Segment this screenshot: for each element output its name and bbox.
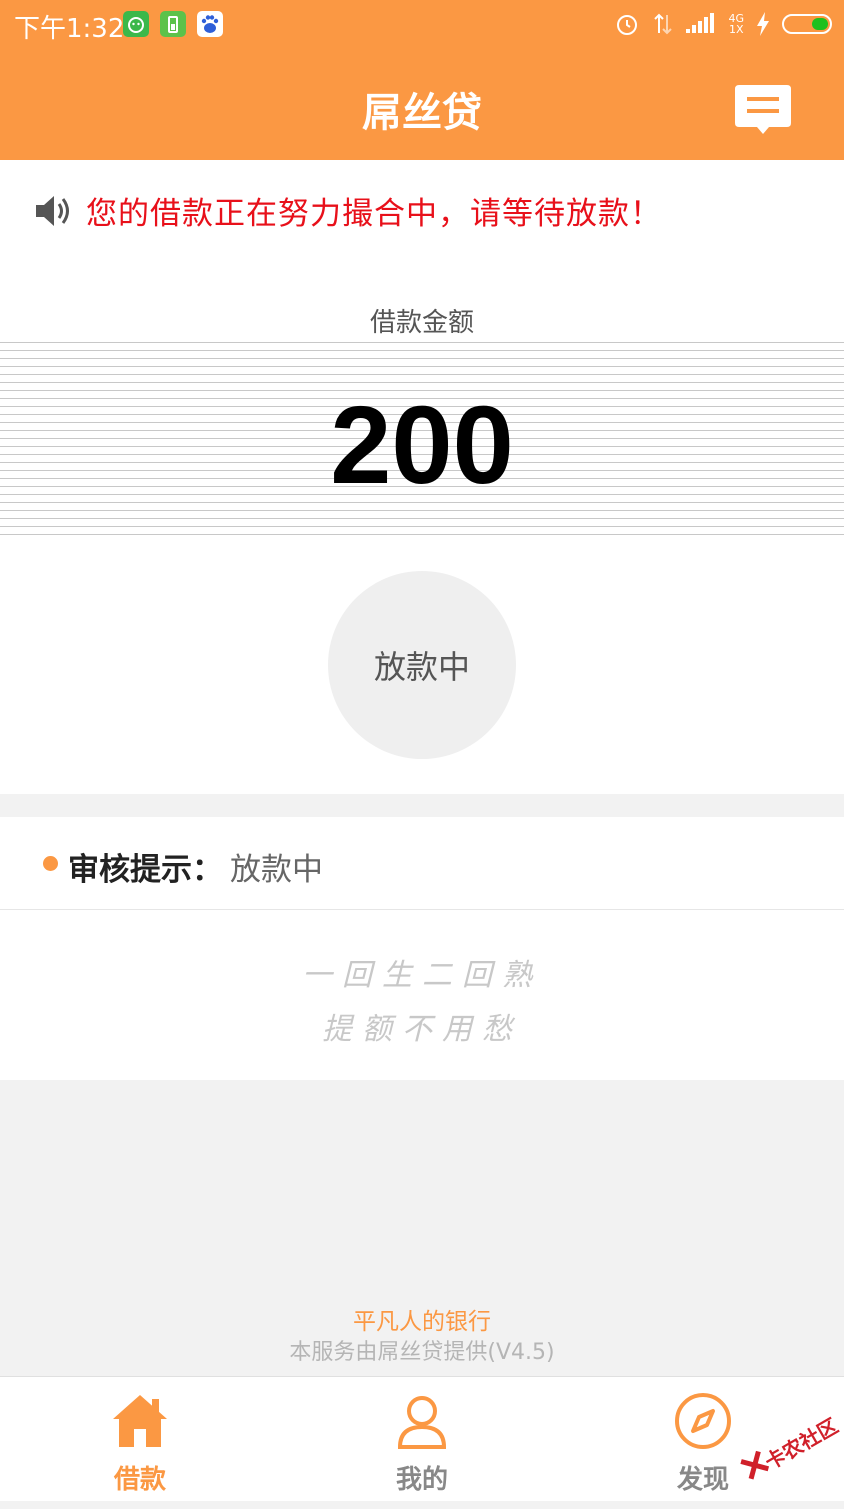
footer-service-info: 本服务由屌丝贷提供(V4.5) (289, 1340, 555, 1365)
slogan-line-2: 提额不用愁 (322, 1012, 522, 1047)
amount-label: 借款金额 (369, 308, 474, 338)
bullet-dot (43, 856, 58, 871)
page-title: 屌丝贷 (362, 90, 482, 136)
message-icon (735, 85, 791, 134)
home-icon (113, 1395, 167, 1447)
slogan-line-1: 一回生二回熟 (302, 958, 542, 993)
speaker-icon (36, 195, 69, 226)
battery-icon (782, 14, 832, 34)
signal-icon (686, 13, 715, 33)
review-tip-row: 审核提示： 放款中 (0, 817, 844, 910)
user-icon (397, 1396, 447, 1449)
tab-mine-label: 我的 (395, 1465, 448, 1495)
notice-bar: 您的借款正在努力撮合中，请等待放款！ (34, 188, 662, 233)
compass-icon (675, 1393, 731, 1449)
tab-loan-label: 借款 (113, 1465, 166, 1495)
baidu-app-icon (197, 11, 223, 37)
notice-text: 您的借款正在努力撮合中，请等待放款！ (86, 196, 662, 232)
message-button[interactable] (735, 85, 791, 137)
status-indicators: 4G 1X (614, 10, 832, 38)
footer-tagline: 平凡人的银行 (353, 1309, 491, 1335)
app-header: 屌丝贷 (0, 50, 844, 160)
status-time: 下午1:32 (14, 14, 125, 44)
tab-loan[interactable]: 借款 (40, 1377, 240, 1501)
loan-amount: 200 (330, 384, 514, 507)
slogan-panel: 一回生二回熟 提额不用愁 (0, 910, 844, 1080)
tab-mine[interactable]: 我的 (322, 1377, 522, 1501)
bottom-tab-bar: 借款 我的 发现 (0, 1376, 844, 1501)
review-value: 放款中 (230, 852, 323, 888)
android-app-icon (123, 11, 149, 37)
loan-status-panel: 您的借款正在努力撮合中，请等待放款！ 借款金额 200 放款中 (0, 160, 844, 794)
network-type: 4G 1X (728, 12, 744, 36)
data-transfer-icon (654, 13, 673, 35)
charging-icon (757, 12, 769, 36)
loan-status-text: 放款中 (373, 648, 470, 686)
loan-status-circle: 放款中 (328, 571, 516, 759)
review-label: 审核提示： (68, 852, 223, 888)
alarm-icon (617, 15, 638, 35)
battery-app-icon (160, 11, 186, 37)
watermark-text: 卡农社区 (760, 1413, 843, 1475)
status-bar: 下午1:32 4G 1X (0, 0, 844, 50)
